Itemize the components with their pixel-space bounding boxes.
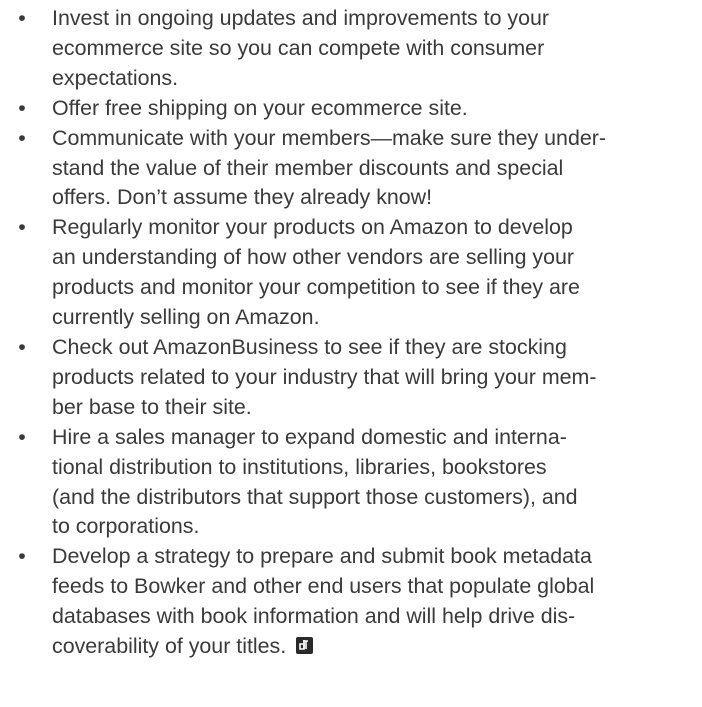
bullet-item-amazonbusiness: • Check out AmazonBusiness to see if the… <box>0 333 702 423</box>
bullet-icon: • <box>18 215 26 240</box>
bullet-icon: • <box>18 544 26 569</box>
bullet-list: • Invest in ongoing updates and improvem… <box>0 4 702 662</box>
text-line: currently selling on Amazon. <box>52 305 320 330</box>
text-line: ecommerce site so you can compete with c… <box>52 35 545 60</box>
bullet-item-free-shipping: • Offer free shipping on your ecommerce … <box>0 94 702 124</box>
text-line: Hire a sales manager to expand domestic … <box>52 424 567 449</box>
article-end-mark-icon <box>296 637 314 655</box>
text-line: Develop a strategy to prepare and submit… <box>52 544 592 569</box>
text-line: (and the distributors that support those… <box>52 484 578 509</box>
text-line: Offer free shipping on your ecommerce si… <box>52 95 468 120</box>
text-line: feeds to Bowker and other end users that… <box>52 574 595 599</box>
bullet-icon: • <box>18 125 26 150</box>
text-line: ber base to their site. <box>52 394 252 419</box>
document-page: • Invest in ongoing updates and improvem… <box>0 0 702 707</box>
bullet-icon: • <box>18 6 26 30</box>
text-line: Regularly monitor your products on Amazo… <box>52 215 573 240</box>
text-line: an understanding of how other vendors ar… <box>52 245 575 270</box>
bullet-item-invest: • Invest in ongoing updates and improvem… <box>0 4 702 94</box>
text-line: expectations. <box>52 65 179 90</box>
bullet-item-monitor-amazon: • Regularly monitor your products on Ama… <box>0 213 702 333</box>
text-line: Check out AmazonBusiness to see if they … <box>52 334 567 359</box>
bullet-icon: • <box>18 95 26 120</box>
text-line: Invest in ongoing updates and improvemen… <box>52 6 550 30</box>
text-line: coverability of your titles. <box>52 632 698 662</box>
text-line: Communicate with your members—make sure … <box>52 125 606 150</box>
bullet-item-sales-manager: • Hire a sales manager to expand domesti… <box>0 423 702 543</box>
text-line: tional distribution to institutions, lib… <box>52 454 547 479</box>
bullet-item-communicate: • Communicate with your members—make sur… <box>0 124 702 214</box>
text-line: offers. Don’t assume they already know! <box>52 185 433 210</box>
text-line: stand the value of their member discount… <box>52 155 564 180</box>
last-line-text: coverability of your titles. <box>52 634 287 659</box>
text-line: to corporations. <box>52 514 200 539</box>
bullet-icon: • <box>18 334 26 359</box>
text-line: products and monitor your competition to… <box>52 275 580 300</box>
bullet-icon: • <box>18 424 26 449</box>
bullet-item-metadata-strategy: • Develop a strategy to prepare and subm… <box>0 542 702 662</box>
text-line: databases with book information and will… <box>52 604 576 629</box>
text-line: products related to your industry that w… <box>52 364 597 389</box>
